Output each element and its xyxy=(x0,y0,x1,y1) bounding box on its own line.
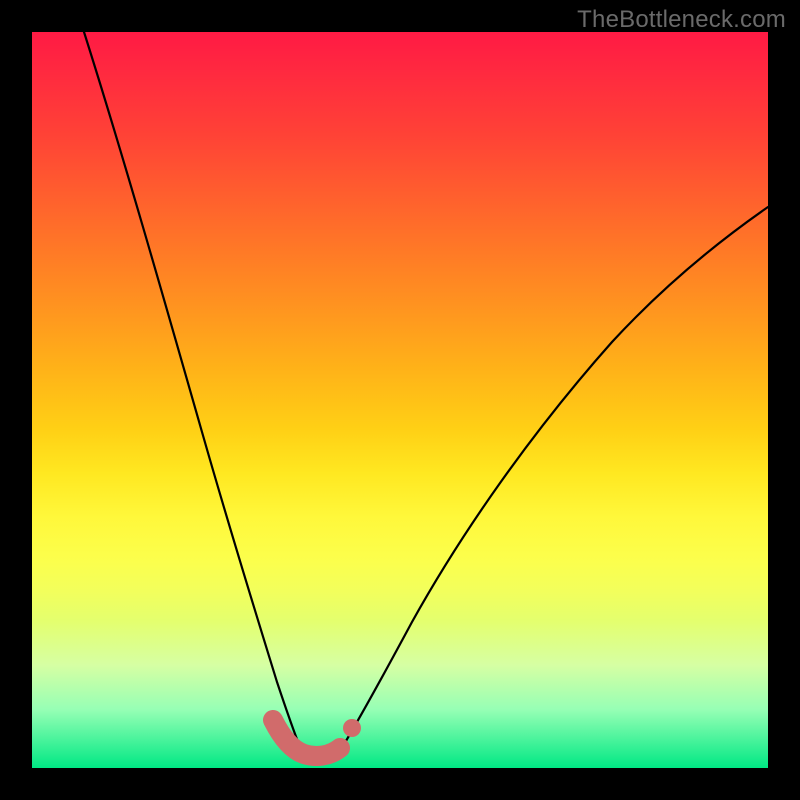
bottleneck-curve-right xyxy=(338,207,768,754)
curve-overlay xyxy=(32,32,768,768)
bottleneck-curve-left xyxy=(84,32,304,754)
chart-frame: TheBottleneck.com xyxy=(0,0,800,800)
watermark-text: TheBottleneck.com xyxy=(577,6,786,34)
highlight-end-dot xyxy=(343,719,361,737)
plot-area xyxy=(32,32,768,768)
sweet-spot-highlight xyxy=(273,720,340,756)
